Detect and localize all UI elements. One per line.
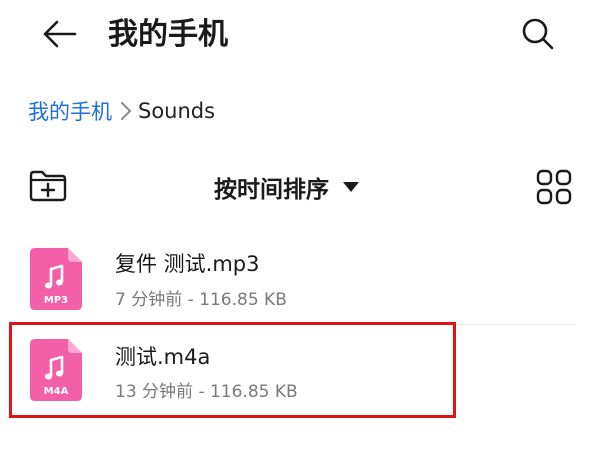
audio-file-icon: MP3 bbox=[30, 248, 82, 310]
new-folder-button[interactable] bbox=[26, 166, 70, 206]
sort-label: 按时间排序 bbox=[214, 177, 329, 203]
grid-view-icon bbox=[536, 169, 572, 205]
file-meta: 7 分钟前 - 116.85 KB bbox=[115, 290, 287, 310]
file-list-item[interactable]: M4A 测试.m4a 13 分钟前 - 116.85 KB bbox=[0, 327, 600, 415]
breadcrumb: 我的手机 Sounds bbox=[28, 96, 215, 126]
breadcrumb-current: Sounds bbox=[138, 99, 216, 123]
file-type-badge: MP3 bbox=[44, 295, 68, 306]
sort-dropdown[interactable]: 按时间排序 bbox=[214, 170, 359, 204]
list-divider bbox=[114, 324, 576, 325]
search-icon bbox=[522, 18, 554, 50]
page-title: 我的手机 bbox=[108, 17, 228, 52]
back-button[interactable] bbox=[36, 14, 82, 54]
chevron-right-icon bbox=[120, 101, 132, 121]
file-list-item[interactable]: MP3 复件 测试.mp3 7 分钟前 - 116.85 KB bbox=[0, 238, 600, 326]
arrow-left-icon bbox=[43, 20, 77, 48]
audio-file-icon: M4A bbox=[30, 339, 82, 401]
file-meta: 13 分钟前 - 116.85 KB bbox=[115, 382, 298, 402]
file-type-badge: M4A bbox=[44, 386, 69, 397]
view-toggle-button[interactable] bbox=[533, 166, 575, 208]
search-button[interactable] bbox=[516, 12, 560, 56]
file-name: 测试.m4a bbox=[115, 345, 211, 369]
caret-down-icon bbox=[343, 182, 359, 192]
new-folder-icon bbox=[29, 170, 67, 202]
breadcrumb-root[interactable]: 我的手机 bbox=[28, 96, 112, 126]
file-name: 复件 测试.mp3 bbox=[115, 252, 260, 276]
